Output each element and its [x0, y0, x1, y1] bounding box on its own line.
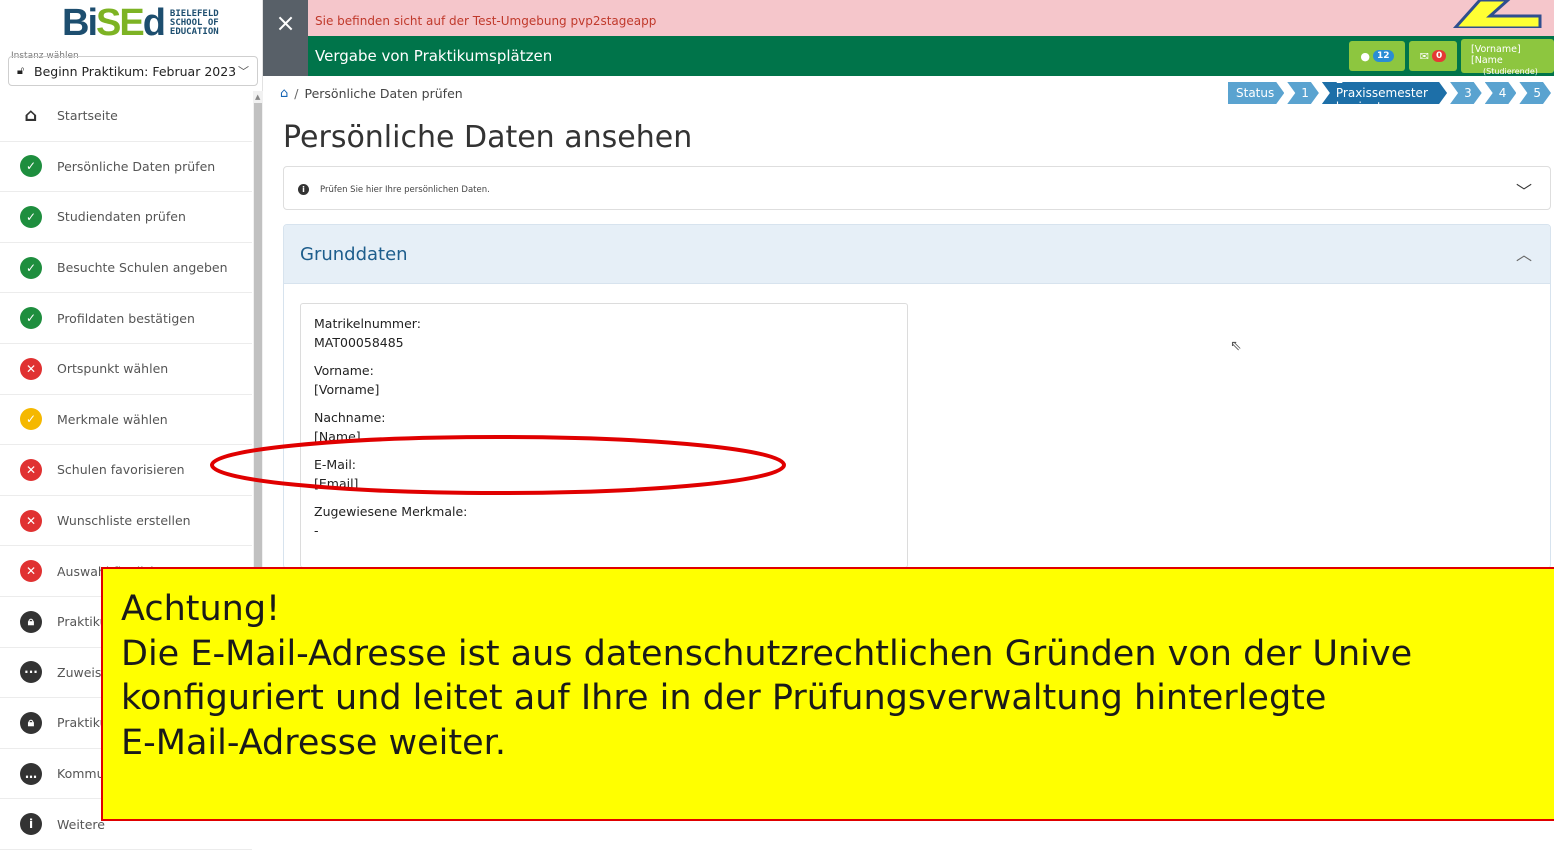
sidebar-item-besuchte-schulen[interactable]: ✓ Besuchte Schulen angeben	[0, 243, 252, 294]
user-name: [Vorname] [Name	[1471, 44, 1521, 66]
user-role: (Studierende)	[1483, 67, 1538, 76]
error-x-icon: ✕	[20, 509, 42, 532]
mouse-cursor-icon: ⇖	[1230, 338, 1242, 354]
grunddaten-title: Grunddaten	[300, 244, 408, 265]
chevron-down-icon[interactable]: ﹀	[1516, 178, 1532, 202]
chat-icon: …	[20, 762, 42, 785]
close-button[interactable]: ×	[263, 0, 308, 76]
instance-value: Beginn Praktikum: Februar 2023	[34, 63, 237, 79]
warning-line: Die E-Mail-Adresse ist aus datenschutzre…	[121, 633, 1413, 674]
sidebar-item-label: Besuchte Schulen angeben	[57, 260, 228, 276]
info-icon: i	[298, 184, 309, 195]
sidebar-item-label: Startseite	[57, 108, 118, 124]
error-x-icon: ✕	[20, 560, 42, 583]
messages-button[interactable]: ✉ 0	[1409, 41, 1457, 71]
info-icon: i	[20, 813, 42, 836]
user-menu-button[interactable]: [Vorname] [Name (Studierende) ﹀	[1461, 39, 1554, 88]
step-status[interactable]: Status	[1228, 82, 1284, 104]
sidebar-item-label: Schulen favorisieren	[57, 462, 185, 478]
check-icon: ✓	[20, 256, 42, 279]
sidebar-item-label: Wunschliste erstellen	[57, 513, 191, 529]
lock-icon: 🔒︎	[20, 711, 42, 734]
scrollbar-thumb[interactable]	[254, 103, 262, 573]
info-icon: ●	[1360, 49, 1371, 63]
field-value: -	[314, 523, 319, 538]
test-environment-text: Sie befinden sicht auf der Test-Umgebung…	[315, 14, 657, 28]
grunddaten-header[interactable]: Grunddaten ︿	[284, 225, 1550, 284]
step-5[interactable]: 5	[1519, 82, 1551, 104]
sidebar-item-label: Weitere	[57, 816, 105, 832]
red-ellipse-annotation	[210, 435, 786, 495]
info-text: Prüfen Sie hier Ihre persönlichen Daten.	[320, 185, 490, 195]
check-icon: ✓	[20, 205, 42, 228]
check-icon: ✓	[20, 155, 42, 178]
field-value: MAT00058485	[314, 335, 404, 350]
sidebar-item-persoenliche-daten[interactable]: ✓ Persönliche Daten prüfen	[0, 142, 252, 193]
logo-line-3: EDUCATION	[169, 26, 219, 37]
sidebar-item-startseite[interactable]: ⌂ Startseite	[0, 91, 252, 142]
page-title: Persönliche Daten ansehen	[283, 120, 693, 155]
chevron-up-icon[interactable]: ︿	[1516, 241, 1532, 265]
check-icon: ✓	[20, 307, 42, 330]
home-icon: ⌂	[24, 105, 38, 127]
home-icon[interactable]: ⌂	[280, 86, 288, 101]
breadcrumb-current: Persönliche Daten prüfen	[304, 86, 463, 101]
field-vorname: Vorname: [Vorname]	[314, 361, 907, 399]
sidebar-item-profildaten[interactable]: ✓ Profildaten bestätigen	[0, 293, 252, 344]
test-environment-banner: × Sie befinden sicht auf der Test-Umgebu…	[263, 0, 1554, 76]
error-x-icon: ✕	[20, 357, 42, 380]
field-label: Zugewiesene Merkmale:	[314, 504, 468, 519]
info-panel[interactable]: i Prüfen Sie hier Ihre persönlichen Date…	[283, 166, 1551, 210]
warning-heading: Achtung!	[121, 589, 281, 629]
logo-se: SE	[96, 2, 145, 44]
breadcrumb: ⌂ / Persönliche Daten prüfen	[280, 86, 463, 101]
logo-bi: Bi	[62, 2, 98, 44]
step-3[interactable]: 3	[1450, 82, 1482, 104]
sidebar-item-label: Persönliche Daten prüfen	[57, 158, 216, 174]
logo-subtitle: BIELEFELD SCHOOL OF EDUCATION	[169, 9, 219, 37]
info-notifications-button[interactable]: ● 12	[1349, 41, 1405, 71]
warning-line: E-Mail-Adresse weiter.	[121, 722, 506, 763]
grunddaten-panel: Grunddaten ︿ Matrikelnummer: MAT00058485…	[283, 224, 1551, 569]
sidebar-item-label: Merkmale wählen	[57, 411, 168, 427]
chevron-down-icon: ﹀	[238, 65, 249, 78]
step-4[interactable]: 4	[1485, 82, 1517, 104]
step-1[interactable]: 1	[1287, 82, 1319, 104]
instance-select[interactable]: 🔓︎ Beginn Praktikum: Februar 2023 ﹀	[8, 56, 258, 86]
sidebar-item-label: Profildaten bestätigen	[57, 310, 195, 326]
check-warning-icon: ✓	[20, 408, 42, 431]
logo-d: d	[142, 2, 166, 44]
sidebar-item-wunschliste[interactable]: ✕ Wunschliste erstellen	[0, 496, 252, 547]
sidebar-item-label: Studiendaten prüfen	[57, 209, 186, 225]
status-steps: Status 1 2 - Praxissemester beginnt 3 4 …	[1228, 82, 1554, 104]
sidebar-item-ortspunkt[interactable]: ✕ Ortspunkt wählen	[0, 344, 252, 395]
field-label: Vorname:	[314, 363, 374, 378]
message-count-badge: 0	[1431, 50, 1447, 62]
field-value: [Vorname]	[314, 382, 380, 397]
step-2-active[interactable]: 2 - Praxissemester beginnt	[1322, 82, 1447, 104]
bised-logo[interactable]: BiSEd BIELEFELD SCHOOL OF EDUCATION	[62, 4, 219, 42]
app-header: Vergabe von Praktikumsplätzen ● 12 ✉ 0 […	[263, 36, 1554, 88]
error-x-icon: ✕	[20, 458, 42, 481]
breadcrumb-separator: /	[294, 86, 299, 101]
unlock-icon: 🔓︎	[17, 64, 25, 77]
warning-line: konfiguriert und leitet auf Ihre in der …	[121, 678, 1327, 718]
sidebar-item-studiendaten[interactable]: ✓ Studiendaten prüfen	[0, 192, 252, 243]
info-count-badge: 12	[1373, 50, 1394, 62]
yellow-arrow-annotation	[1452, 0, 1542, 28]
scroll-up-arrow-icon[interactable]: ▲	[255, 93, 260, 101]
more-dots-icon: ···	[20, 661, 42, 684]
lock-icon: 🔒︎	[20, 610, 42, 633]
warning-callout: Achtung! Die E-Mail-Adresse ist aus date…	[101, 567, 1554, 821]
sidebar-item-label: Ortspunkt wählen	[57, 361, 169, 377]
envelope-icon: ✉	[1419, 49, 1429, 63]
field-label: Matrikelnummer:	[314, 316, 421, 331]
field-merkmale: Zugewiesene Merkmale: -	[314, 502, 907, 540]
field-matrikelnummer: Matrikelnummer: MAT00058485	[314, 314, 907, 352]
close-icon: ×	[275, 9, 296, 37]
field-label: Nachname:	[314, 410, 386, 425]
app-title: Vergabe von Praktikumsplätzen	[315, 47, 553, 65]
